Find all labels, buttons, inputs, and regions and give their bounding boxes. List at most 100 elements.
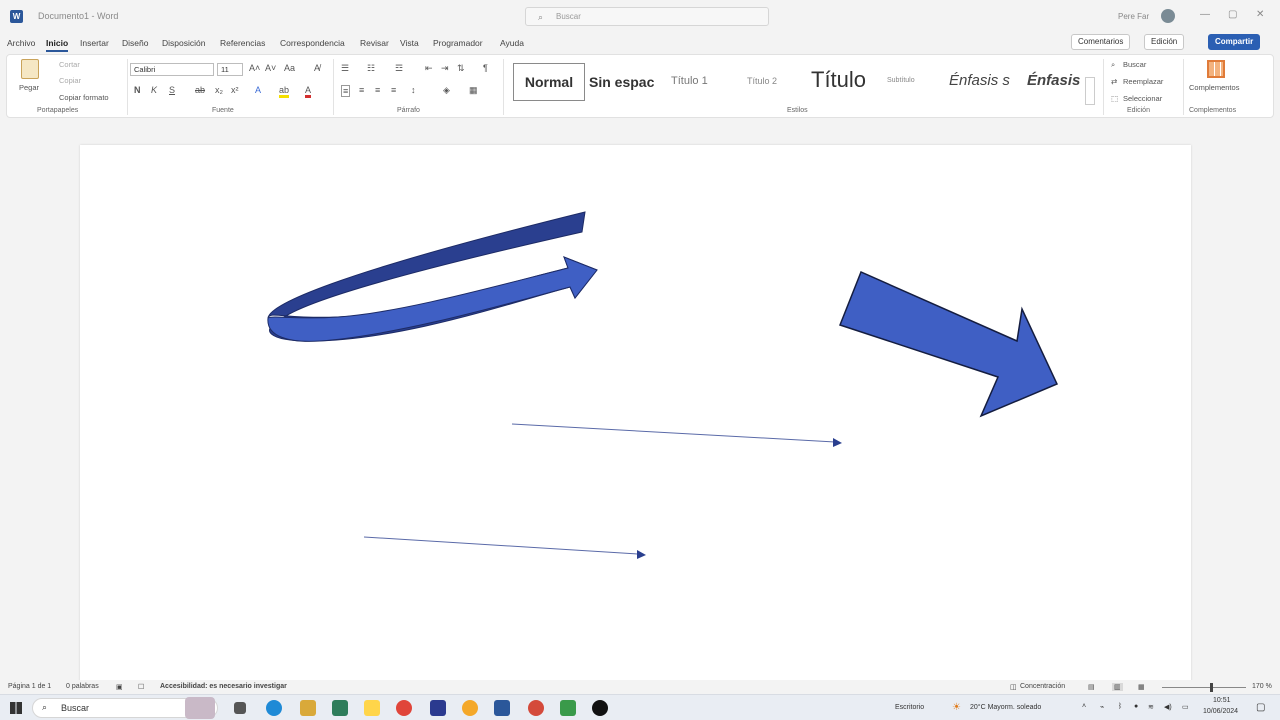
multilevel-list-icon[interactable]: ☲ <box>395 63 403 74</box>
align-right-icon[interactable]: ≡ <box>375 85 380 95</box>
line-arrow-1[interactable] <box>511 423 836 443</box>
tab-inicio[interactable]: Inicio <box>46 38 69 52</box>
sort-icon[interactable]: ⇅ <box>457 63 465 74</box>
replace-icon[interactable]: ⇄ <box>1111 77 1117 86</box>
font-color-icon[interactable]: A <box>305 85 312 98</box>
block-arrow-shape[interactable] <box>839 270 1059 418</box>
shrink-font-icon[interactable]: A˅ <box>265 63 276 73</box>
find-button[interactable]: Buscar <box>1123 60 1146 69</box>
numbering-icon[interactable]: ☷ <box>367 63 375 74</box>
addins-icon[interactable] <box>1207 60 1225 78</box>
share-button[interactable]: Compartir <box>1208 34 1261 50</box>
tab-vista[interactable]: Vista <box>400 38 419 48</box>
weather-status[interactable]: 20°C Mayorm. soleado <box>970 704 1041 711</box>
chrome-icon[interactable] <box>396 700 412 716</box>
accessibility-icon[interactable]: ☐ <box>138 683 144 691</box>
line-spacing-icon[interactable]: ↕ <box>411 85 416 95</box>
paste-icon[interactable] <box>21 59 39 79</box>
terminal-icon[interactable] <box>332 700 348 716</box>
tab-insertar[interactable]: Insertar <box>80 38 109 48</box>
page-count[interactable]: Página 1 de 1 <box>8 683 51 690</box>
tab-diseno[interactable]: Diseño <box>122 38 148 48</box>
font-name-select[interactable]: Calibri <box>130 63 214 76</box>
notifications-icon[interactable]: ▢ <box>1256 702 1265 713</box>
select-button[interactable]: Seleccionar <box>1123 94 1162 103</box>
volume-icon[interactable]: ◀) <box>1164 703 1172 711</box>
focus-button[interactable]: Concentración <box>1020 683 1065 690</box>
maximize-button[interactable]: ▢ <box>1228 9 1237 20</box>
tab-revisar[interactable]: Revisar <box>360 38 389 48</box>
battery-icon[interactable]: ▭ <box>1182 703 1189 711</box>
underline-icon[interactable]: S <box>169 85 175 95</box>
focus-icon[interactable]: ◫ <box>1010 683 1017 691</box>
font-size-select[interactable]: 11 <box>217 63 243 76</box>
addins-button[interactable]: Complementos <box>1189 83 1239 92</box>
copy-button[interactable]: Copiar <box>59 76 81 85</box>
word-count[interactable]: 0 palabras <box>66 683 99 690</box>
subscript-icon[interactable]: x₂ <box>215 85 223 95</box>
paste-button[interactable]: Pegar <box>19 83 39 92</box>
zoom-slider[interactable] <box>1162 687 1246 688</box>
grow-font-icon[interactable]: A˄ <box>249 63 260 73</box>
windows-start-icon[interactable] <box>10 702 22 714</box>
clear-format-icon[interactable]: A̸ <box>314 63 320 73</box>
minimize-button[interactable]: — <box>1200 9 1210 20</box>
accessibility-status[interactable]: Accesibilidad: es necesario investigar <box>160 683 287 690</box>
read-mode-icon[interactable]: ▤ <box>1088 683 1095 691</box>
format-painter-button[interactable]: Copiar formato <box>59 93 109 102</box>
chrome-profile-icon[interactable] <box>528 700 544 716</box>
tray-overflow-icon[interactable]: ˄ <box>1082 703 1086 710</box>
tab-disposicion[interactable]: Disposición <box>162 38 205 48</box>
clock-date[interactable]: 10/06/2024 <box>1203 708 1238 715</box>
cut-button[interactable]: Cortar <box>59 60 80 69</box>
tab-archivo[interactable]: Archivo <box>7 38 35 48</box>
decrease-indent-icon[interactable]: ⇤ <box>425 63 433 74</box>
tab-programador[interactable]: Programador <box>433 38 483 48</box>
style-subtitulo[interactable]: Subtítulo <box>887 77 915 84</box>
show-marks-icon[interactable]: ¶ <box>483 63 488 73</box>
task-view-icon[interactable] <box>234 702 246 714</box>
weather-icon[interactable]: ☀ <box>952 702 961 713</box>
wifi-icon[interactable]: ≋ <box>1148 703 1154 711</box>
change-case-icon[interactable]: Aa <box>284 63 295 73</box>
replace-button[interactable]: Reemplazar <box>1123 77 1163 86</box>
bluetooth-icon[interactable]: ᛒ <box>1118 703 1122 710</box>
select-icon[interactable]: ⬚ <box>1111 94 1118 103</box>
highlight-icon[interactable]: ab <box>279 85 290 98</box>
italic-icon[interactable]: K <box>151 85 157 95</box>
web-layout-icon[interactable]: ▦ <box>1138 683 1145 691</box>
firefox-icon[interactable] <box>462 700 478 716</box>
align-left-icon[interactable]: ≡ <box>341 85 351 97</box>
document-page[interactable] <box>80 145 1191 685</box>
desktop-label[interactable]: Escritorio <box>895 704 924 711</box>
align-center-icon[interactable]: ≡ <box>359 85 364 95</box>
styles-scroll[interactable] <box>1085 77 1095 105</box>
excel-icon[interactable] <box>560 700 576 716</box>
word-app-icon[interactable]: W <box>10 10 23 23</box>
text-effects-icon[interactable]: A <box>255 85 261 95</box>
justify-icon[interactable]: ≡ <box>391 85 396 95</box>
search-highlight-icon[interactable] <box>185 697 215 719</box>
borders-icon[interactable]: ▦ <box>469 85 478 96</box>
search-input[interactable]: ⌕ Buscar <box>525 7 769 26</box>
network-icon[interactable]: ⌁ <box>1100 703 1104 711</box>
proofing-icon[interactable]: ▣ <box>116 683 123 691</box>
editing-mode-button[interactable]: Edición <box>1144 34 1185 50</box>
teams-icon[interactable] <box>430 700 446 716</box>
bold-icon[interactable]: N <box>134 85 141 95</box>
zoom-slider-thumb[interactable] <box>1210 683 1213 692</box>
comments-button[interactable]: Comentarios <box>1071 34 1131 50</box>
microphone-icon[interactable]: ● <box>1134 703 1138 710</box>
increase-indent-icon[interactable]: ⇥ <box>441 63 449 74</box>
clock-time[interactable]: 10:51 <box>1213 697 1231 704</box>
style-titulo-1[interactable]: Título 1 <box>671 75 708 87</box>
style-enfasis[interactable]: Énfasis <box>1027 72 1080 89</box>
paint-icon[interactable] <box>300 700 316 716</box>
tab-ayuda[interactable]: Ayuda <box>500 38 524 48</box>
user-name[interactable]: Pere Far <box>1118 12 1149 21</box>
zoom-level[interactable]: 170 % <box>1252 683 1272 690</box>
superscript-icon[interactable]: x² <box>231 85 239 95</box>
tab-correspondencia[interactable]: Correspondencia <box>280 38 345 48</box>
style-sin-espaciado[interactable]: Sin espac <box>589 74 654 90</box>
strikethrough-icon[interactable]: ab <box>195 85 205 95</box>
